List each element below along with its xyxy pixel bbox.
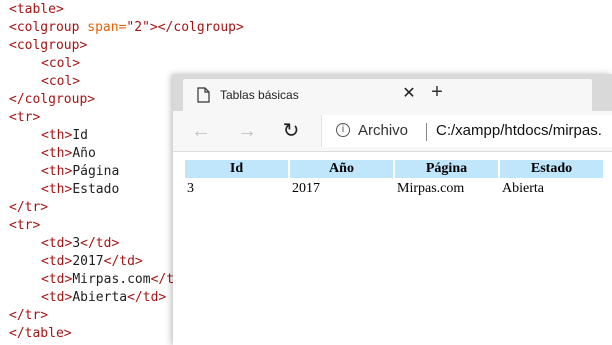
page-icon xyxy=(197,87,210,103)
code-line: <td>Abierta</td> xyxy=(9,289,166,307)
address-bar[interactable]: i Archivo C:/xampp/htdocs/mirpas. xyxy=(321,115,612,147)
code-token: </td> xyxy=(127,290,167,305)
code-token: 3 xyxy=(72,236,81,251)
toolbar: ← → ↻ i Archivo C:/xampp/htdocs/mirpas. xyxy=(173,111,612,152)
plus-icon[interactable]: + xyxy=(428,82,446,102)
code-line: <th>Año xyxy=(9,145,96,163)
tab-tablas-basicas[interactable]: Tablas básicas ✕ xyxy=(183,79,592,111)
code-line: </tr> xyxy=(9,199,48,217)
code-line: <th>Estado xyxy=(9,181,119,199)
code-line: <td>Mirpas.com</td> xyxy=(9,271,190,289)
code-line: <tr> xyxy=(9,217,40,235)
header-cell-estado: Estado xyxy=(500,160,603,178)
code-token: </tr> xyxy=(9,200,49,215)
arrow-left-icon[interactable]: ← xyxy=(190,120,212,142)
code-line: <colgroup span="2"></colgroup> xyxy=(9,19,244,37)
table-cell: 2017 xyxy=(292,181,320,196)
code-token: </td> xyxy=(103,254,143,269)
code-line: <tr> xyxy=(9,109,40,127)
code-line: </table> xyxy=(9,325,72,343)
table-cell: 3 xyxy=(187,181,194,196)
code-line: <table> xyxy=(9,1,64,19)
code-token: 2017 xyxy=(72,254,104,269)
code-token: </td> xyxy=(80,236,120,251)
reload-icon[interactable]: ↻ xyxy=(280,120,302,142)
code-token: <td> xyxy=(41,254,73,269)
code-line: <td>2017</td> xyxy=(9,253,143,271)
code-token: ></colgroup> xyxy=(149,20,244,35)
code-token: <td> xyxy=(41,290,73,305)
code-token: <td> xyxy=(41,236,73,251)
code-token: <tr> xyxy=(9,110,41,125)
code-token: <th> xyxy=(41,182,73,197)
code-line: <colgroup> xyxy=(9,37,87,55)
table-cell: Abierta xyxy=(502,181,544,196)
table-row: 3 2017 Mirpas.com Abierta xyxy=(185,180,603,198)
code-token: <th> xyxy=(41,146,73,161)
browser-window: Tablas básicas ✕ + ← → ↻ i Archivo C:/xa… xyxy=(173,74,612,345)
code-token: </table> xyxy=(9,326,72,341)
code-token: <td> xyxy=(41,272,73,287)
close-icon[interactable]: ✕ xyxy=(401,86,417,102)
code-line: <col> xyxy=(9,55,80,73)
code-line: </tr> xyxy=(9,307,48,325)
arrow-right-icon[interactable]: → xyxy=(236,120,258,142)
tab-strip: Tablas básicas ✕ + xyxy=(173,74,612,111)
table-header-row: Id Año Página Estado xyxy=(185,160,603,178)
header-cell-pagina: Página xyxy=(395,160,498,178)
code-token: Año xyxy=(72,146,96,161)
code-token: Id xyxy=(72,128,88,143)
code-token: <th> xyxy=(41,164,73,179)
code-token: Estado xyxy=(72,182,120,197)
address-url[interactable]: C:/xampp/htdocs/mirpas. xyxy=(436,122,602,139)
code-token: <tr> xyxy=(9,218,41,233)
info-icon[interactable]: i xyxy=(336,123,350,137)
code-line: <th>Página xyxy=(9,163,119,181)
table-cell: Mirpas.com xyxy=(397,181,465,196)
code-line: <td>3</td> xyxy=(9,235,119,253)
address-scheme-label: Archivo xyxy=(358,122,409,139)
address-separator xyxy=(426,123,427,141)
code-token: Mirpas.com xyxy=(72,272,151,287)
code-token: <colgroup> xyxy=(9,38,88,53)
header-cell-id: Id xyxy=(185,160,288,178)
code-token: <colgroup xyxy=(9,20,88,35)
code-token: </tr> xyxy=(9,308,49,323)
code-line: <th>Id xyxy=(9,127,88,145)
code-line: </colgroup> xyxy=(9,91,95,109)
code-token: <th> xyxy=(41,128,73,143)
code-token: Abierta xyxy=(72,290,128,305)
code-token: Página xyxy=(72,164,120,179)
code-token: span= xyxy=(87,20,127,35)
header-cell-ano: Año xyxy=(290,160,393,178)
code-token: <table> xyxy=(9,2,64,17)
code-token: <col> xyxy=(41,74,81,89)
code-token: "2" xyxy=(126,20,150,35)
code-token: </colgroup> xyxy=(9,92,96,107)
code-line: <col> xyxy=(9,73,80,91)
code-token: <col> xyxy=(41,56,81,71)
tab-title: Tablas básicas xyxy=(220,88,299,102)
rendered-table: Id Año Página Estado 3 2017 Mirpas.com A… xyxy=(183,158,605,200)
